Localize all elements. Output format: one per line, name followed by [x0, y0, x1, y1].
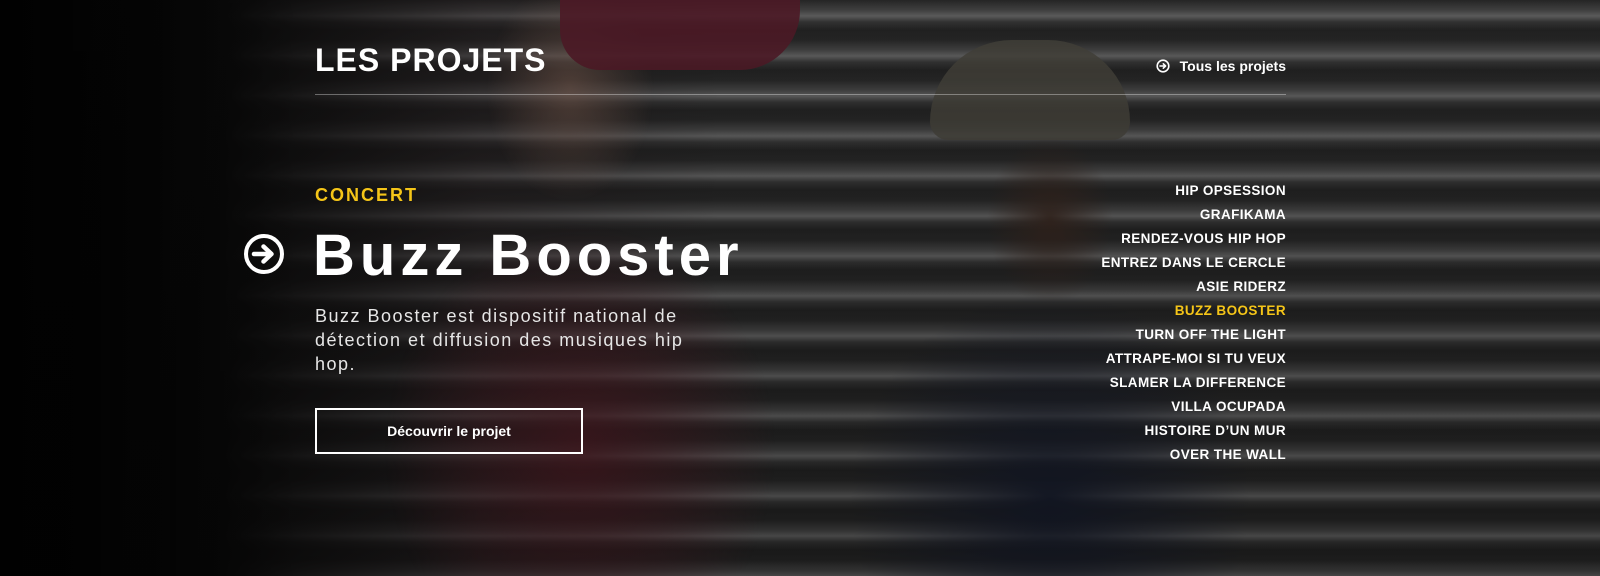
project-list-item[interactable]: RENDEZ-VOUS HIP HOP: [1101, 229, 1286, 253]
arrow-circle-right-icon: [243, 233, 285, 275]
header-divider: [315, 94, 1286, 95]
project-title: Buzz Booster: [313, 223, 744, 288]
project-list-item[interactable]: HIP OPSESSION: [1101, 181, 1286, 205]
project-list-item[interactable]: HISTOIRE D’UN MUR: [1101, 421, 1286, 445]
project-list-item[interactable]: ENTREZ DANS LE CERCLE: [1101, 253, 1286, 277]
project-list-item[interactable]: GRAFIKAMA: [1101, 205, 1286, 229]
arrow-circle-right-icon: [1156, 59, 1170, 73]
project-list-item[interactable]: OVER THE WALL: [1101, 445, 1286, 469]
section-title: LES PROJETS: [315, 42, 547, 78]
project-list-item[interactable]: SLAMER LA DIFFERENCE: [1101, 373, 1286, 397]
project-description: Buzz Booster est dispositif national de …: [315, 306, 684, 374]
projects-hero: LES PROJETS Tous les projets CONCERT Buz…: [0, 0, 1600, 576]
next-project-arrow[interactable]: [243, 233, 285, 275]
project-list-item[interactable]: TURN OFF THE LIGHT: [1101, 325, 1286, 349]
all-projects-label: Tous les projets: [1179, 58, 1286, 74]
project-category: CONCERT: [315, 185, 418, 205]
project-list-item[interactable]: VILLA OCUPADA: [1101, 397, 1286, 421]
all-projects-link[interactable]: Tous les projets: [1156, 58, 1286, 74]
project-list-item[interactable]: ASIE RIDERZ: [1101, 277, 1286, 301]
project-list: HIP OPSESSION GRAFIKAMA RENDEZ-VOUS HIP HO…: [1101, 181, 1286, 469]
project-list-item[interactable]: ATTRAPE-MOI SI TU VEUX: [1101, 349, 1286, 373]
project-list-item[interactable]: BUZZ BOOSTER: [1101, 301, 1286, 325]
discover-project-button[interactable]: Découvrir le projet: [315, 408, 583, 454]
hero-content: LES PROJETS Tous les projets CONCERT Buz…: [0, 0, 1600, 576]
